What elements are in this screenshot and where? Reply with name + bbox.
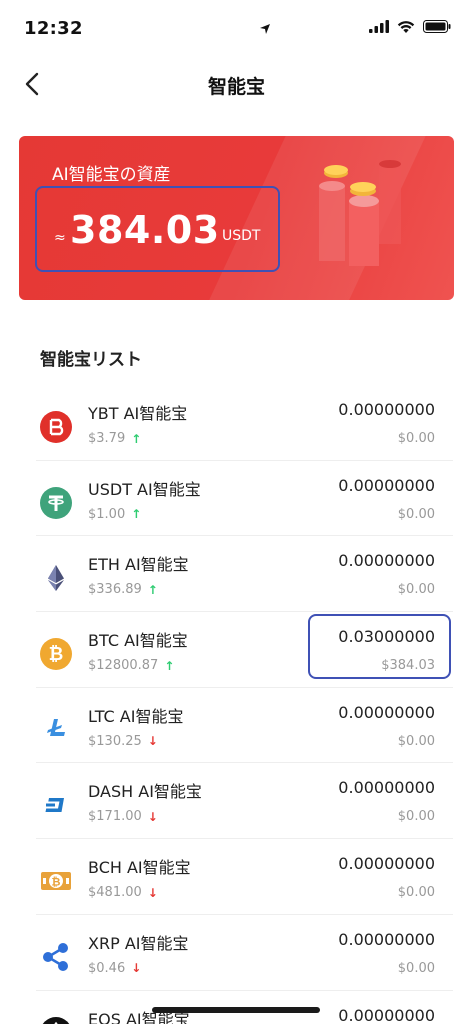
svg-text:₿: ₿ <box>52 876 61 889</box>
list-item[interactable]: LTC AI智能宝 $130.25 ↓ 0.00000000 $0.00 <box>0 688 473 764</box>
coin-value: $0.00 <box>397 582 435 598</box>
coin-price: $3.79 ↑ <box>88 431 141 446</box>
price-text: $130.25 <box>88 733 142 749</box>
ethereum-icon <box>40 562 72 594</box>
coin-value: $0.00 <box>397 431 435 446</box>
coin-list: YBT AI智能宝 $3.79 ↑ 0.00000000 $0.00 USDT A… <box>0 385 473 1024</box>
price-text: $481.00 <box>88 885 142 901</box>
asset-unit: USDT <box>222 228 261 244</box>
coin-stack-illustration <box>319 160 401 266</box>
coin-value: $0.00 <box>397 960 435 976</box>
location-arrow-icon <box>260 24 270 34</box>
coin-price: $130.25 ↓ <box>88 734 158 749</box>
asset-banner: AI智能宝の資産 ≈ 384.03 USDT <box>19 136 454 300</box>
eos-icon <box>40 1016 72 1024</box>
trend-up-icon: ↑ <box>131 431 142 446</box>
list-item[interactable]: DASH AI智能宝 $171.00 ↓ 0.00000000 $0.00 <box>0 763 473 839</box>
coin-amount: 0.00000000 <box>338 778 435 798</box>
status-bar: 12:32 <box>0 0 473 56</box>
list-item[interactable]: YBT AI智能宝 $3.79 ↑ 0.00000000 $0.00 <box>0 385 473 461</box>
trend-down-icon: ↓ <box>147 809 158 824</box>
signal-icon <box>369 20 389 33</box>
coin-amount: 0.00000000 <box>338 854 435 874</box>
battery-icon <box>423 20 451 33</box>
trend-down-icon: ↓ <box>131 961 142 976</box>
coin-amount: 0.00000000 <box>338 400 435 419</box>
trend-up-icon: ↑ <box>131 507 142 522</box>
price-text: $0.46 <box>88 960 126 976</box>
coin-price: $0.46 ↓ <box>88 961 141 976</box>
coin-value: $0.00 <box>397 809 435 825</box>
price-text: $3.79 <box>88 431 126 446</box>
coin-amount: 0.00000000 <box>338 475 435 495</box>
home-indicator[interactable] <box>152 1007 320 1013</box>
coin-name: YBT AI智能宝 <box>88 404 188 423</box>
ybt-icon <box>40 411 72 443</box>
coin-amount: 0.00000000 <box>338 551 435 571</box>
status-time: 12:32 <box>24 18 83 39</box>
nav-bar: 智能宝 <box>0 56 473 114</box>
svg-text:₿: ₿ <box>49 644 64 665</box>
coin-name: LTC AI智能宝 <box>88 706 184 726</box>
coin-amount: 0.00000000 <box>338 929 435 949</box>
coin-price: $1.00 ↑ <box>88 507 141 522</box>
coin-price: $481.00 ↓ <box>88 885 158 900</box>
asset-label: AI智能宝の資産 <box>52 165 171 185</box>
coin-value: $0.00 <box>397 506 435 522</box>
status-icons <box>260 20 451 34</box>
tether-icon <box>40 486 72 519</box>
coin-name: USDT AI智能宝 <box>88 479 201 499</box>
coin-name: ETH AI智能宝 <box>88 555 189 575</box>
litecoin-icon <box>40 714 72 746</box>
trend-down-icon: ↓ <box>147 885 158 900</box>
approx-sign: ≈ <box>54 230 66 246</box>
list-item[interactable]: ₿ BCH AI智能宝 $481.00 ↓ 0.00000000 $0.00 <box>0 839 473 915</box>
page-title: 智能宝 <box>207 76 265 98</box>
coin-name: XRP AI智能宝 <box>88 933 189 953</box>
asset-amount: 384.03 <box>70 208 220 252</box>
coin-amount: 0.00000000 <box>338 702 435 722</box>
coin-value: $0.00 <box>397 733 435 749</box>
bitcoin-cash-icon: ₿ <box>40 865 72 897</box>
dash-icon <box>40 789 72 821</box>
coin-amount: 0.00000000 <box>338 1005 435 1024</box>
asset-amount-highlight: ≈ 384.03 USDT <box>35 186 280 272</box>
list-item[interactable]: XRP AI智能宝 $0.46 ↓ 0.00000000 $0.00 <box>0 915 473 991</box>
trend-up-icon: ↑ <box>147 582 158 597</box>
list-item[interactable]: ₿ BTC AI智能宝 $12800.87 ↑ 0.03000000 $384.0… <box>0 612 473 688</box>
trend-down-icon: ↓ <box>147 734 158 749</box>
price-text: $171.00 <box>88 809 142 825</box>
coin-price: $336.89 ↑ <box>88 582 158 597</box>
bitcoin-icon: ₿ <box>40 638 72 671</box>
section-title: 智能宝リスト <box>40 350 142 370</box>
coin-value: $0.00 <box>397 885 435 901</box>
price-text: $336.89 <box>88 582 142 598</box>
coin-name: BTC AI智能宝 <box>88 631 188 651</box>
price-text: $1.00 <box>88 506 126 522</box>
coin-price: $171.00 ↓ <box>88 809 158 824</box>
price-text: $12800.87 <box>88 658 159 674</box>
trend-up-icon: ↑ <box>164 658 175 673</box>
coin-price: $12800.87 ↑ <box>88 658 174 673</box>
coin-name: BCH AI智能宝 <box>88 858 191 878</box>
wifi-icon <box>397 21 415 33</box>
ripple-icon <box>40 941 72 973</box>
coin-name: DASH AI智能宝 <box>88 782 202 802</box>
coin-amount: 0.03000000 <box>338 627 435 647</box>
list-item[interactable]: USDT AI智能宝 $1.00 ↑ 0.00000000 $0.00 <box>0 461 473 537</box>
coin-value: $384.03 <box>381 658 435 674</box>
list-item[interactable]: ETH AI智能宝 $336.89 ↑ 0.00000000 $0.00 <box>0 536 473 612</box>
